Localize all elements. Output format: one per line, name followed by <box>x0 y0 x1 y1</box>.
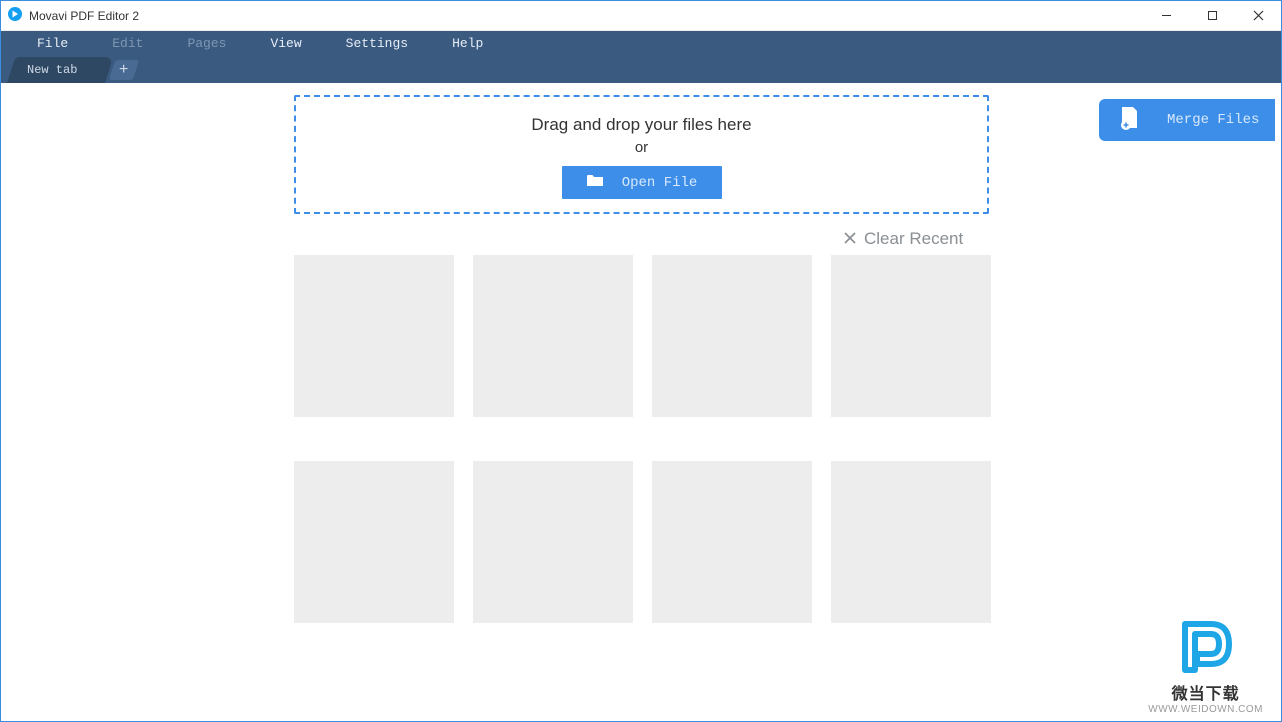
open-file-label: Open File <box>622 175 698 191</box>
watermark-text-cn: 微当下载 <box>1172 680 1240 704</box>
add-tab-button[interactable]: + <box>109 57 139 83</box>
drop-or: or <box>635 139 648 156</box>
tab-label: New tab <box>27 63 77 77</box>
recent-thumbnail[interactable] <box>831 255 991 417</box>
menu-help[interactable]: Help <box>430 31 505 57</box>
window-controls <box>1143 1 1281 31</box>
merge-files-button[interactable]: Merge Files <box>1099 99 1275 141</box>
recent-thumbnail[interactable] <box>294 255 454 417</box>
maximize-button[interactable] <box>1189 1 1235 31</box>
tabbar: New tab + <box>1 57 1281 83</box>
window-title: Movavi PDF Editor 2 <box>29 9 139 23</box>
clear-recent-button[interactable]: Clear Recent <box>844 229 963 249</box>
tab-new[interactable]: New tab <box>7 57 105 83</box>
menu-settings[interactable]: Settings <box>324 31 430 57</box>
menu-file[interactable]: File <box>15 31 90 57</box>
menu-edit[interactable]: Edit <box>90 31 165 57</box>
folder-icon <box>586 173 604 192</box>
recent-grid <box>294 255 991 623</box>
recent-thumbnail[interactable] <box>473 255 633 417</box>
close-button[interactable] <box>1235 1 1281 31</box>
watermark: 微当下载 WWW.WEIDOWN.COM <box>1148 614 1263 715</box>
open-file-button[interactable]: Open File <box>562 166 722 199</box>
recent-thumbnail[interactable] <box>652 461 812 623</box>
menubar: File Edit Pages View Settings Help <box>1 31 1281 57</box>
app-logo-icon <box>7 6 23 25</box>
watermark-logo-icon <box>1173 614 1239 680</box>
titlebar: Movavi PDF Editor 2 <box>1 1 1281 31</box>
recent-thumbnail[interactable] <box>831 461 991 623</box>
content-area: Drag and drop your files here or Open Fi… <box>1 83 1281 721</box>
menu-view[interactable]: View <box>248 31 323 57</box>
title-left: Movavi PDF Editor 2 <box>1 6 139 25</box>
plus-icon: + <box>120 62 129 78</box>
watermark-text-url: WWW.WEIDOWN.COM <box>1148 704 1263 715</box>
close-icon <box>844 229 856 249</box>
merge-files-label: Merge Files <box>1167 112 1259 128</box>
drop-zone[interactable]: Drag and drop your files here or Open Fi… <box>294 95 989 214</box>
minimize-button[interactable] <box>1143 1 1189 31</box>
recent-thumbnail[interactable] <box>294 461 454 623</box>
clear-recent-label: Clear Recent <box>864 229 963 249</box>
menu-pages[interactable]: Pages <box>165 31 248 57</box>
recent-thumbnail[interactable] <box>473 461 633 623</box>
merge-file-icon <box>1119 106 1139 135</box>
drop-text: Drag and drop your files here <box>531 115 751 135</box>
recent-thumbnail[interactable] <box>652 255 812 417</box>
